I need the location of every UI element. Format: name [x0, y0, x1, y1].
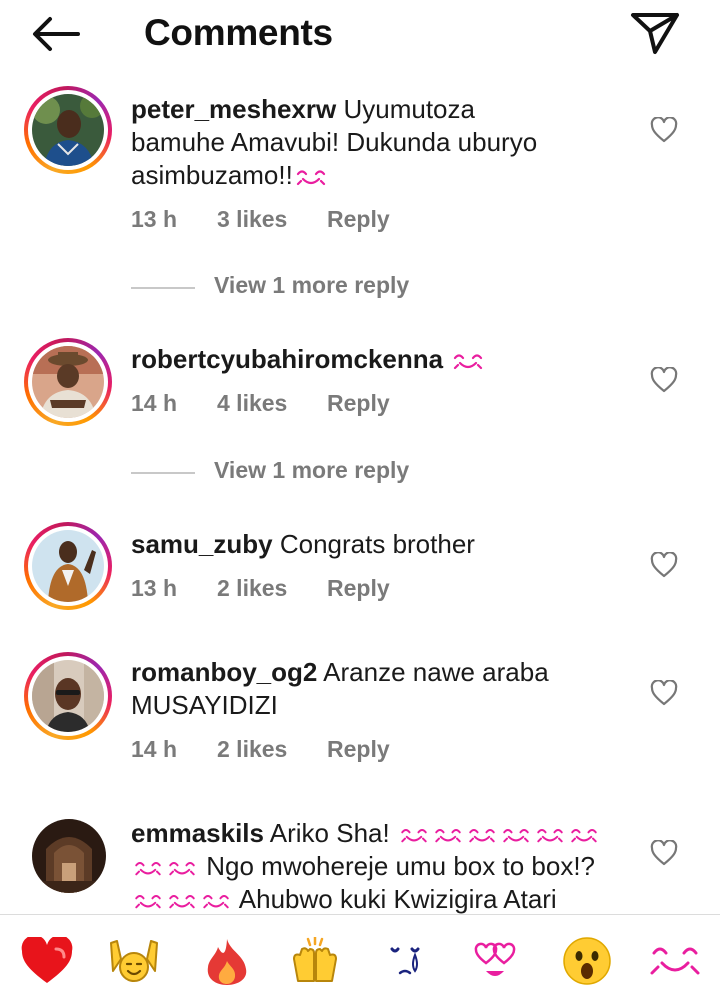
view-more-replies[interactable]: View 1 more reply — [131, 457, 551, 487]
like-button[interactable] — [650, 366, 678, 393]
share-button[interactable] — [628, 10, 682, 56]
view-more-replies-label: View 1 more reply — [214, 457, 410, 483]
smiling-face-with-hearts-icon — [537, 829, 563, 843]
likes-count[interactable]: 3 likes — [217, 206, 287, 233]
comment-body: asimbuzamo!! — [131, 160, 293, 190]
comment-body: Ariko Sha! — [269, 818, 390, 848]
reply-button[interactable]: Reply — [327, 736, 390, 763]
red-heart-icon — [21, 935, 73, 983]
raising-hands-icon — [110, 940, 158, 982]
avatar — [32, 530, 104, 602]
comment-body: bamuhe Amavubi! Dukunda uburyo — [131, 127, 538, 157]
comment-body: Aranze nawe araba — [323, 657, 549, 687]
smiling-face-with-hearts-icon — [135, 895, 161, 909]
avatar-story-ring[interactable] — [24, 522, 112, 610]
emoji-button-heart-eyes[interactable] — [468, 937, 522, 985]
emoji-reaction-bar — [0, 915, 720, 987]
heart-eyes-icon — [474, 942, 516, 976]
like-button[interactable] — [650, 116, 678, 143]
avatar-story-ring[interactable] — [24, 86, 112, 174]
smiling-face-with-hearts-icon — [650, 947, 700, 975]
smiling-face-with-hearts-icon — [571, 829, 597, 843]
avatar — [32, 346, 104, 418]
comment-text: romanboy_og2 Aranze nawe araba MUSAYIDIZ… — [131, 656, 631, 722]
view-more-replies[interactable]: View 1 more reply — [131, 272, 551, 302]
reply-button[interactable]: Reply — [327, 206, 390, 233]
avatar-story-ring[interactable] — [24, 338, 112, 426]
avatar[interactable] — [32, 819, 106, 893]
smiling-face-with-hearts-icon — [296, 170, 325, 186]
timestamp: 13 h — [131, 206, 178, 232]
username[interactable]: robertcyubahiromckenna — [131, 344, 443, 374]
comment-text: samu_zuby Congrats brother — [131, 528, 631, 561]
timestamp: 14 h — [131, 390, 178, 416]
avatar — [32, 660, 104, 732]
smiling-face-with-hearts-icon — [169, 895, 195, 909]
comment-body: Ngo mwohereje umu box to box!? — [206, 851, 596, 881]
comment-text: peter_meshexrw Uyumutoza bamuhe Amavubi!… — [131, 93, 631, 192]
comment-text: robertcyubahiromckenna — [131, 343, 631, 376]
emoji-button-crying-face[interactable] — [378, 937, 432, 985]
username[interactable]: peter_meshexrw — [131, 94, 336, 124]
username[interactable]: romanboy_og2 — [131, 657, 317, 687]
emoji-group — [397, 818, 601, 848]
comment-body: Ahubwo kuki Kwizigira Atari — [238, 884, 557, 914]
smiling-face-with-hearts-icon — [435, 829, 461, 843]
emoji-group — [131, 884, 233, 914]
comment-text: emmaskils Ariko Sha! Ngo mwohereje umu b… — [131, 817, 631, 916]
clapping-hands-icon — [293, 935, 337, 982]
emoji-button-fire[interactable] — [200, 937, 254, 985]
username[interactable]: emmaskils — [131, 818, 264, 848]
astonished-face-icon — [563, 937, 611, 985]
view-more-replies-label: View 1 more reply — [214, 272, 410, 298]
divider — [131, 287, 195, 289]
page-title: Comments — [144, 12, 333, 53]
smiling-face-with-hearts-icon — [503, 829, 529, 843]
avatar-story-ring[interactable] — [24, 652, 112, 740]
emoji-button-smiling-face-with-hearts[interactable] — [648, 937, 702, 985]
smiling-face-with-hearts-icon — [135, 862, 161, 876]
emoji-button-astonished-face[interactable] — [560, 937, 614, 985]
heart-outline-icon — [650, 679, 678, 706]
emoji-group — [131, 851, 199, 881]
smiling-face-with-hearts-icon — [401, 829, 427, 843]
crying-face-icon — [390, 947, 420, 975]
comment-body: Uyumutoza — [343, 94, 475, 124]
likes-count[interactable]: 2 likes — [217, 736, 287, 763]
like-button[interactable] — [650, 551, 678, 578]
smiling-face-with-hearts-icon — [203, 895, 229, 909]
timestamp: 14 h — [131, 736, 178, 762]
arrow-left-icon — [33, 17, 80, 51]
comment-body: Congrats brother — [279, 529, 475, 559]
paper-plane-icon — [631, 13, 679, 54]
timestamp: 13 h — [131, 575, 178, 601]
username[interactable]: samu_zuby — [131, 529, 273, 559]
emoji-button-raising-hands[interactable] — [107, 937, 161, 985]
likes-count[interactable]: 4 likes — [217, 390, 287, 417]
avatar — [32, 94, 104, 166]
smiling-face-with-hearts-icon — [454, 354, 483, 370]
avatar-image — [32, 819, 106, 893]
comment-body: MUSAYIDIZI — [131, 690, 278, 720]
like-button[interactable] — [650, 679, 678, 706]
heart-outline-icon — [650, 551, 678, 578]
likes-count[interactable]: 2 likes — [217, 575, 287, 602]
emoji-button-clapping-hands[interactable] — [288, 935, 342, 985]
like-button[interactable] — [650, 839, 678, 866]
smiling-face-with-hearts-icon — [469, 829, 495, 843]
header: Comments — [0, 0, 720, 72]
divider — [131, 472, 195, 474]
reply-button[interactable]: Reply — [327, 575, 390, 602]
reply-button[interactable]: Reply — [327, 390, 390, 417]
back-button[interactable] — [30, 14, 82, 54]
smiling-face-with-hearts-icon — [169, 862, 195, 876]
fire-icon — [207, 939, 247, 985]
heart-outline-icon — [650, 366, 678, 393]
heart-outline-icon — [650, 116, 678, 143]
heart-outline-icon — [650, 839, 678, 866]
emoji-button-red-heart[interactable] — [20, 935, 74, 985]
